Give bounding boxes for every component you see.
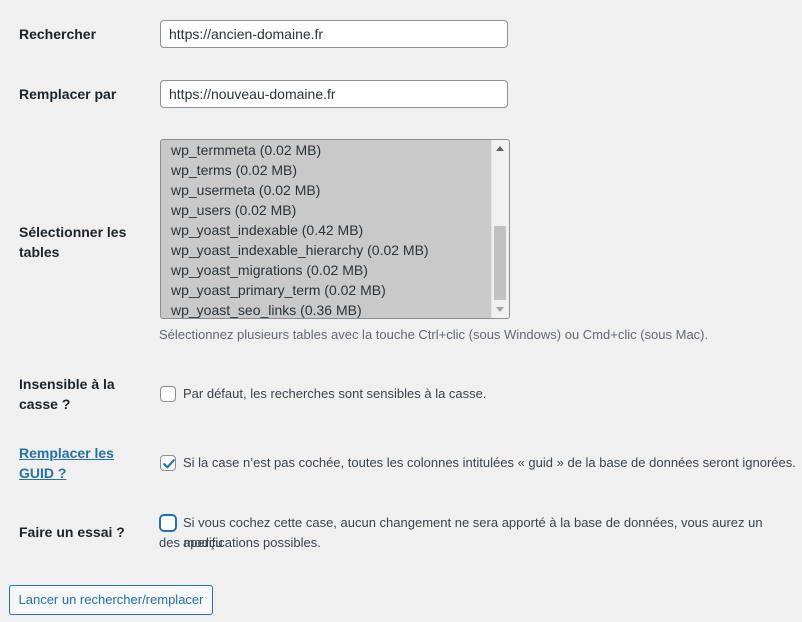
tables-scrollbar[interactable] [491,140,509,318]
case-insensitive-description: Par défaut, les recherches sont sensible… [183,386,487,401]
scroll-up-arrow-icon[interactable] [496,146,504,151]
replace-guids-link-line1[interactable]: Remplacer les [19,445,114,461]
tables-select[interactable]: wp_termmeta (0.02 MB) wp_terms (0.02 MB)… [160,139,510,319]
dry-run-description-line2: des modifications possibles. [159,535,321,550]
table-option[interactable]: wp_usermeta (0.02 MB) [161,180,491,200]
dry-run-checkbox[interactable] [160,515,176,531]
replace-input[interactable]: https://nouveau-domaine.fr [160,80,508,108]
table-option[interactable]: wp_yoast_seo_links (0.36 MB) [161,300,491,318]
table-option[interactable]: wp_yoast_migrations (0.02 MB) [161,260,491,280]
case-insensitive-label-line2: casse ? [19,396,71,412]
tables-help-text: Sélectionnez plusieurs tables avec la to… [159,327,709,342]
table-option[interactable]: wp_yoast_indexable_hierarchy (0.02 MB) [161,240,491,260]
case-insensitive-checkbox[interactable] [160,386,176,402]
tables-label: Sélectionner les tables [19,222,126,262]
table-option[interactable]: wp_users (0.02 MB) [161,200,491,220]
case-insensitive-label: Insensible à la casse ? [19,374,115,414]
table-option[interactable]: wp_yoast_indexable (0.42 MB) [161,220,491,240]
replace-label: Remplacer par [19,86,117,102]
replace-guids-label[interactable]: Remplacer les GUID ? [19,443,114,483]
replace-guids-link-line2[interactable]: GUID ? [19,465,66,481]
search-input[interactable]: https://ancien-domaine.fr [160,20,508,48]
replace-guids-description: Si la case n’est pas cochée, toutes les … [183,455,796,470]
tables-label-line1: Sélectionner les [19,224,127,240]
run-search-replace-button[interactable]: Lancer un rechercher/remplacer [9,585,213,615]
case-insensitive-label-line1: Insensible à la [19,376,115,392]
dry-run-label: Faire un essai ? [19,524,125,540]
replace-guids-checkbox[interactable] [160,455,176,471]
table-option[interactable]: wp_termmeta (0.02 MB) [161,140,491,160]
scroll-down-arrow-icon[interactable] [496,307,504,312]
tables-label-line2: tables [19,244,60,260]
table-option[interactable]: wp_yoast_primary_term (0.02 MB) [161,280,491,300]
search-label: Rechercher [19,26,97,42]
tables-option-list: wp_termmeta (0.02 MB) wp_terms (0.02 MB)… [161,140,491,318]
table-option[interactable]: wp_terms (0.02 MB) [161,160,491,180]
checkmark-icon [163,459,175,469]
scrollbar-thumb[interactable] [494,226,506,300]
